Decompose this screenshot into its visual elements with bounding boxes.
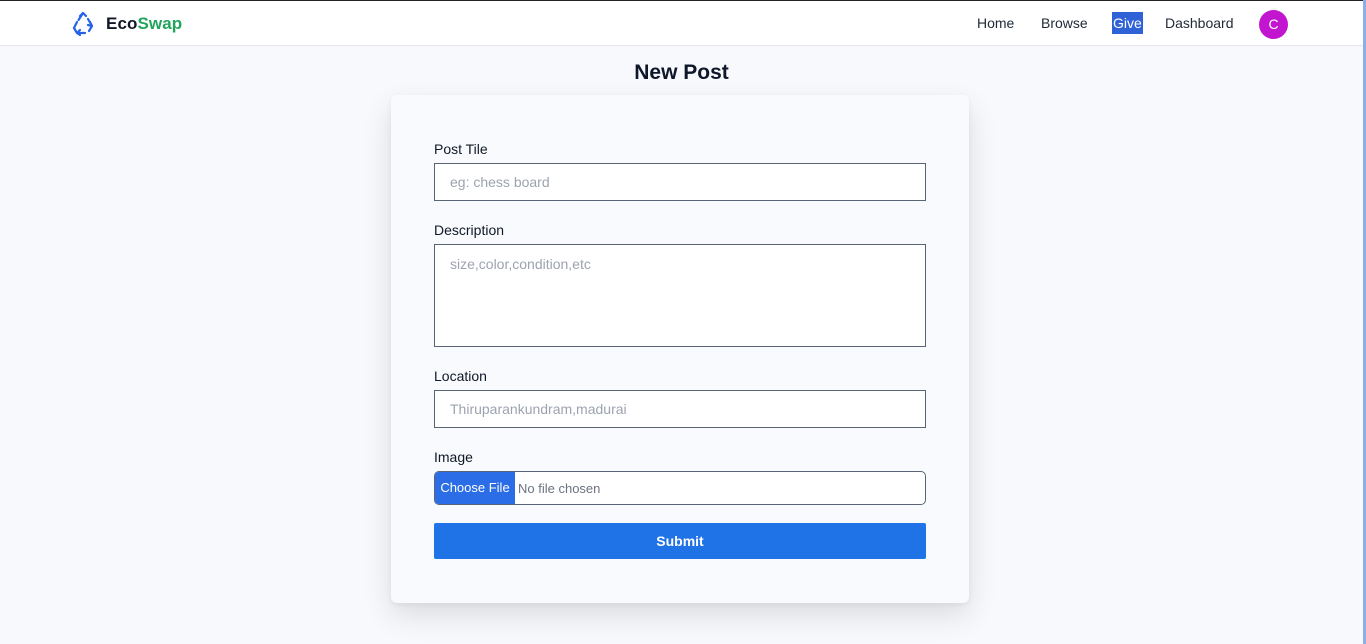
nav-dashboard-link[interactable]: Dashboard: [1165, 15, 1234, 31]
nav-home-link[interactable]: Home: [977, 15, 1014, 31]
description-textarea[interactable]: [434, 244, 926, 347]
choose-file-button[interactable]: Choose File: [435, 472, 515, 504]
post-title-input[interactable]: [434, 163, 926, 201]
image-file-input[interactable]: Choose File No file chosen: [434, 471, 926, 505]
main-nav: Home Browse Give Dashboard C: [0, 1, 1363, 46]
nav-browse-link[interactable]: Browse: [1041, 15, 1088, 31]
navbar: EcoSwap Home Browse Give Dashboard C: [0, 1, 1363, 46]
description-label: Description: [434, 222, 505, 238]
post-title-label: Post Tile: [434, 141, 488, 157]
location-label: Location: [434, 368, 487, 384]
new-post-form: Post Tile Description Location Image Cho…: [391, 95, 969, 603]
file-status-text: No file chosen: [518, 481, 601, 496]
page-title: New Post: [634, 61, 729, 84]
nav-give-link[interactable]: Give: [1112, 12, 1143, 34]
image-label: Image: [434, 449, 473, 465]
location-input[interactable]: [434, 390, 926, 428]
submit-button[interactable]: Submit: [434, 523, 926, 559]
user-avatar[interactable]: C: [1259, 10, 1288, 39]
